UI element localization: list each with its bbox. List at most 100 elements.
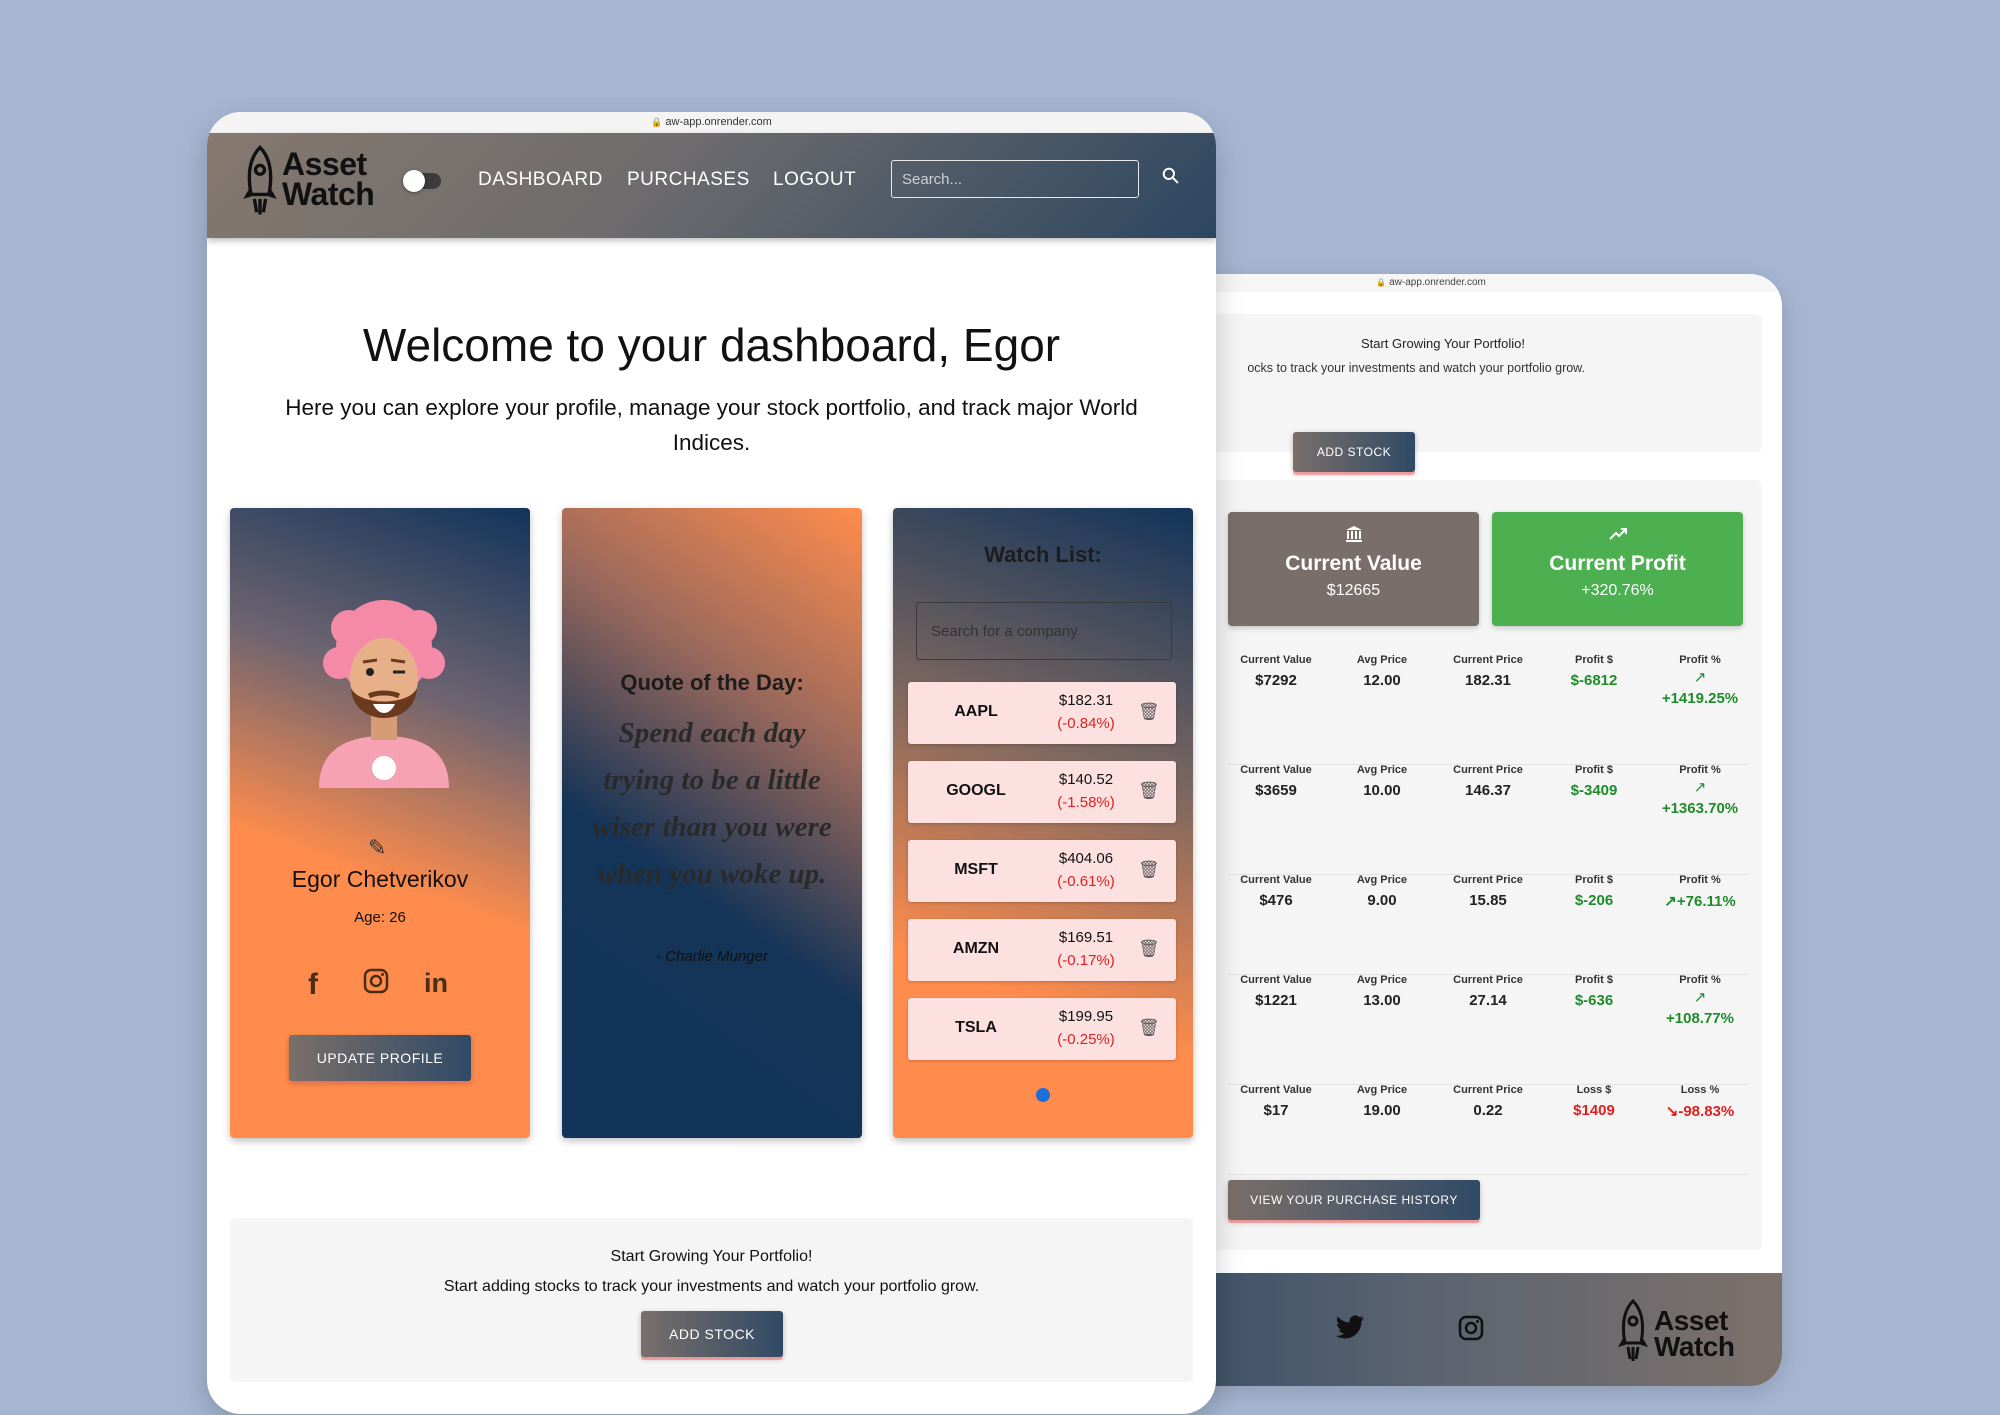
instagram-icon[interactable]: [363, 968, 389, 1001]
lock-icon: 🔒: [651, 117, 663, 127]
purchase-history-button[interactable]: VIEW YOUR PURCHASE HISTORY: [1228, 1180, 1480, 1220]
url-text: aw-app.onrender.com: [665, 116, 772, 128]
dashboard-window: 🔒 aw-app.onrender.com Asset Watch DASHBOA…: [207, 112, 1216, 1414]
company-search-input[interactable]: [917, 603, 1171, 659]
update-profile-button[interactable]: UPDATE PROFILE: [289, 1035, 471, 1081]
rocket-icon: [241, 141, 279, 226]
current-value: $476: [1259, 892, 1293, 909]
avg-price: 10.00: [1363, 782, 1401, 799]
stock-symbol: AMZN: [952, 940, 1000, 957]
trending-up-icon: ↗: [1693, 989, 1707, 1006]
quote-author: - Charlie Munger: [656, 948, 768, 965]
page-title: Welcome to your dashboard, Egor: [362, 319, 1061, 371]
stock-change: (-1.58%): [1057, 794, 1115, 811]
holding-row: Current Value $476 Avg Price 9.00 Current …: [1228, 874, 1748, 975]
stock-price: $199.95: [1058, 1008, 1114, 1025]
watchlist-item[interactable]: GOOGL $140.52 (-1.58%) 🗑: [908, 761, 1176, 823]
trash-icon[interactable]: 🗑: [1138, 702, 1160, 722]
nav-logout-link[interactable]: LOGOUT: [773, 169, 856, 191]
current-price-header: Current Price: [1453, 974, 1523, 986]
profit-dollar: $-206: [1574, 892, 1614, 909]
stock-price: $404.06: [1058, 850, 1114, 867]
current-profit-amount: +320.76%: [1581, 582, 1654, 599]
current-profit-card: Current Profit +320.76%: [1492, 512, 1743, 626]
edit-icon[interactable]: ✎: [368, 835, 386, 861]
profile-name: Egor Chetverikov: [291, 866, 469, 892]
current-price: 0.22: [1473, 1102, 1503, 1119]
holding-row: Current Value $1221 Avg Price 13.00 Curren…: [1228, 974, 1748, 1085]
address-bar[interactable]: 🔒 aw-app.onrender.com: [207, 112, 1216, 133]
linkedin-icon[interactable]: in: [424, 968, 448, 999]
avatar: [309, 588, 459, 788]
loss-dollar: $1409: [1573, 1102, 1615, 1119]
quote-text: Spend each day trying to be a little wis…: [592, 717, 832, 890]
avg-price: 12.00: [1363, 672, 1401, 689]
current-value-header: Current Value: [1240, 764, 1312, 776]
stock-symbol: AAPL: [954, 703, 998, 720]
current-value-header: Current Value: [1240, 1084, 1312, 1096]
profit-percent-header: Profit %: [1679, 654, 1721, 666]
add-stock-button[interactable]: ADD STOCK: [1293, 432, 1415, 472]
url-text: aw-app.onrender.com: [1389, 277, 1486, 288]
footer-logo[interactable]: Asset Watch: [1616, 1298, 1735, 1368]
theme-toggle[interactable]: [403, 170, 441, 192]
search-input[interactable]: [892, 161, 1138, 197]
avg-price-header: Avg Price: [1356, 974, 1408, 986]
avg-price-header: Avg Price: [1356, 654, 1408, 666]
loss-dollar-header: Loss $: [1576, 1084, 1612, 1096]
nav-purchases-link[interactable]: PURCHASES: [627, 169, 750, 191]
avg-price: 13.00: [1363, 992, 1401, 1009]
avg-price-header: Avg Price: [1356, 874, 1408, 886]
stock-change: (-0.17%): [1057, 952, 1115, 969]
stock-symbol: GOOGL: [946, 782, 1006, 799]
profit-percent-header: Profit %: [1679, 874, 1721, 886]
watchlist-title: Watch List:: [984, 542, 1102, 567]
trending-up-icon: ↗: [1664, 893, 1677, 910]
avg-price-header: Avg Price: [1356, 1084, 1408, 1096]
current-price: 15.85: [1469, 892, 1507, 909]
watchlist-item[interactable]: MSFT $404.06 (-0.61%) 🗑: [908, 840, 1176, 902]
watchlist-item[interactable]: AMZN $169.51 (-0.17%) 🗑: [908, 919, 1176, 981]
carousel-indicator[interactable]: [1036, 1088, 1050, 1102]
nav-dashboard-link[interactable]: DASHBOARD: [478, 169, 603, 191]
facebook-icon[interactable]: f: [308, 968, 318, 1002]
app-logo[interactable]: Asset Watch: [241, 141, 375, 226]
instagram-icon[interactable]: [1458, 1315, 1484, 1348]
rocket-icon: [1616, 1298, 1650, 1368]
profit-dollar-header: Profit $: [1575, 974, 1613, 986]
profit-dollar-header: Profit $: [1575, 874, 1613, 886]
current-price: 27.14: [1469, 992, 1507, 1009]
search-field[interactable]: [891, 160, 1139, 198]
trash-icon[interactable]: 🗑: [1138, 939, 1160, 959]
current-price-header: Current Price: [1453, 654, 1523, 666]
current-price-header: Current Price: [1453, 874, 1523, 886]
trending-up-icon: ↗: [1693, 669, 1707, 686]
logo-line-2: Watch: [282, 175, 375, 212]
current-value-label: Current Value: [1285, 552, 1422, 575]
profit-percent: +108.77%: [1666, 1010, 1734, 1027]
start-growing-title: Start Growing Your Portfolio!: [610, 1248, 813, 1265]
twitter-icon[interactable]: [1335, 1315, 1365, 1348]
stock-change: (-0.84%): [1057, 715, 1115, 732]
stock-symbol: TSLA: [955, 1019, 997, 1036]
watchlist-item[interactable]: TSLA $199.95 (-0.25%) 🗑: [908, 998, 1176, 1060]
holding-row: Current Value $3659 Avg Price 10.00 Curren…: [1228, 764, 1748, 875]
current-value: $7292: [1255, 672, 1297, 689]
current-price: 182.31: [1465, 672, 1511, 689]
loss-percent: -98.83%: [1678, 1103, 1735, 1120]
watchlist-card: Watch List: AAPL $182.31 (-0.84%) 🗑 GOOG…: [893, 508, 1193, 1138]
add-stock-button[interactable]: ADD STOCK: [641, 1311, 783, 1357]
profit-percent-header: Profit %: [1679, 974, 1721, 986]
trash-icon[interactable]: 🗑: [1138, 860, 1160, 880]
logo-line-1: Asset: [1654, 1304, 1728, 1336]
current-value-card: Current Value $12665: [1228, 512, 1479, 626]
trash-icon[interactable]: 🗑: [1138, 781, 1160, 801]
trash-icon[interactable]: 🗑: [1138, 1018, 1160, 1038]
watchlist-item[interactable]: AAPL $182.31 (-0.84%) 🗑: [908, 682, 1176, 744]
current-value: $17: [1263, 1102, 1289, 1119]
profit-percent: +76.11%: [1676, 893, 1736, 910]
company-search-field[interactable]: [916, 602, 1172, 660]
loss-percent-header: Loss %: [1680, 1084, 1720, 1096]
search-icon[interactable]: ⚲: [1156, 161, 1186, 191]
toggle-knob[interactable]: [403, 170, 425, 192]
